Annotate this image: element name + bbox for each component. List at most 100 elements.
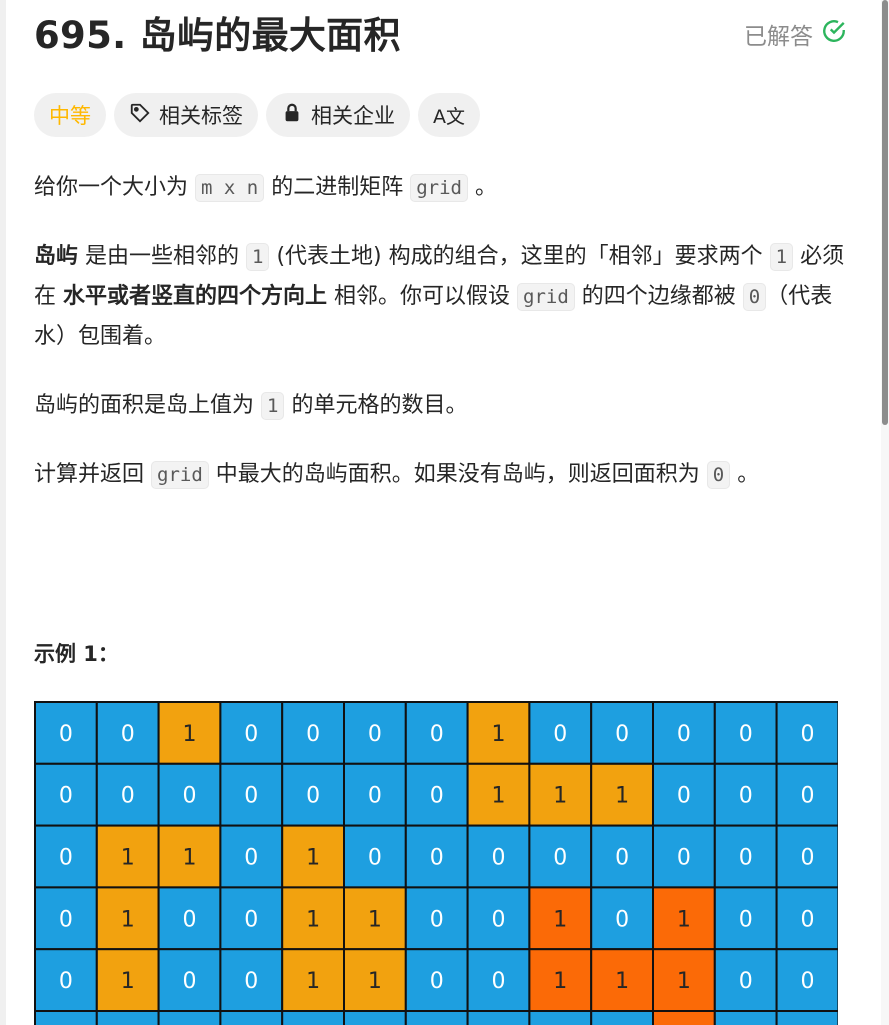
cell-value: 0 [801, 969, 815, 994]
cell-value: 1 [121, 969, 135, 994]
cell-value: 0 [430, 722, 444, 747]
cell-value: 0 [615, 846, 629, 871]
cell-value: 0 [306, 784, 320, 809]
cell-value: 0 [368, 846, 382, 871]
inline-code: 1 [261, 392, 285, 420]
scrollbar[interactable] [881, 0, 889, 1025]
inline-code: grid [410, 174, 468, 202]
cell-value: 0 [430, 784, 444, 809]
cell-value: 0 [492, 969, 506, 994]
cell-value: 0 [801, 907, 815, 932]
cell-value: 1 [306, 969, 320, 994]
cell-value: 0 [368, 784, 382, 809]
cell-value: 0 [553, 846, 567, 871]
bold-text: 岛屿 [34, 244, 79, 269]
cell-value: 0 [183, 907, 197, 932]
check-circle-icon [821, 18, 847, 50]
cell-value: 0 [801, 722, 815, 747]
cell-value: 1 [306, 907, 320, 932]
cell-value: 0 [244, 969, 258, 994]
cell-value: 1 [615, 969, 629, 994]
inline-code: 1 [246, 243, 270, 271]
inline-code: grid [151, 461, 209, 489]
grid-cell-partial [713, 1010, 778, 1025]
left-edge [0, 0, 6, 1025]
text-segment: 给你一个大小为 [34, 175, 195, 200]
cell-value: 1 [615, 784, 629, 809]
description-paragraph-2: 岛屿 是由一些相邻的 1 (代表土地) 构成的组合，这里的「相邻」要求两个 1 … [34, 237, 854, 357]
cell-value: 0 [430, 907, 444, 932]
grid-cell-partial [404, 1010, 469, 1025]
problem-title: 695. 岛屿的最大面积 [34, 14, 401, 57]
cell-value: 1 [553, 784, 567, 809]
cell-value: 1 [677, 969, 691, 994]
inline-code: 0 [706, 461, 731, 489]
cell-value: 0 [306, 722, 320, 747]
grid-cell-partial [466, 1010, 531, 1025]
cell-value: 1 [492, 784, 506, 809]
cell-value: 0 [121, 784, 135, 809]
inline-code: m x n [195, 174, 265, 202]
cell-value: 0 [553, 722, 567, 747]
cell-value: 0 [59, 907, 73, 932]
text-segment: 相邻。你可以假设 [327, 284, 518, 309]
translate-button[interactable]: A文 [418, 93, 480, 137]
tag-bar: 中等 相关标签 相关企业 A文 [34, 93, 480, 137]
cell-value: 0 [739, 846, 753, 871]
cell-value: 0 [801, 784, 815, 809]
text-segment: 的二进制矩阵 [264, 175, 411, 200]
inline-code: 1 [769, 243, 794, 271]
grid-cell-partial [34, 1010, 98, 1025]
cell-value: 0 [430, 846, 444, 871]
text-segment: 。 [467, 175, 497, 200]
cell-value: 0 [244, 846, 258, 871]
text-segment: 计算并返回 [34, 462, 151, 487]
cell-value: 1 [306, 846, 320, 871]
grid-cell-partial [219, 1010, 284, 1025]
cell-value: 1 [553, 969, 567, 994]
description-paragraph-3: 岛屿的面积是岛上值为 1 的单元格的数目。 [34, 386, 854, 426]
cell-value: 0 [244, 907, 258, 932]
lock-icon [281, 102, 303, 129]
text-segment: 的单元格的数目。 [284, 393, 468, 418]
cell-value: 0 [244, 784, 258, 809]
island-grid: 0 0 1 0 0 0 0 1 0 0 0 0 0 0 0 0 0 0 0 0 1 1 1 0 0 0 0 1 1 0 1 0 0 0 0 0 0 0 0 0… [34, 701, 838, 1025]
related-companies-button[interactable]: 相关企业 [266, 93, 410, 137]
cell-value: 1 [121, 846, 135, 871]
grid-cell-partial [652, 1010, 716, 1025]
text-segment: 的四个边缘都被 [574, 284, 743, 309]
grid-cell-partial [281, 1010, 345, 1025]
text-segment: 岛屿的面积是岛上值为 [34, 393, 261, 418]
cell-value: 0 [121, 722, 135, 747]
related-tags-button[interactable]: 相关标签 [114, 93, 258, 137]
cell-value: 0 [430, 969, 444, 994]
cell-value: 1 [368, 969, 382, 994]
cell-value: 0 [677, 722, 691, 747]
bold-text: 水平或者竖直的四个方向上 [63, 284, 328, 309]
cell-value: 1 [368, 907, 382, 932]
example-grid-image: 0 0 1 0 0 0 0 1 0 0 0 0 0 0 0 0 0 0 0 0 1 1 1 0 0 0 0 1 1 0 1 0 0 0 0 0 0 0 0 0… [34, 701, 838, 1025]
cell-value: 1 [183, 722, 197, 747]
cell-value: 1 [553, 907, 567, 932]
grid-cell-partial [528, 1010, 593, 1025]
related-companies-label: 相关企业 [311, 104, 395, 128]
translate-icon: A文 [433, 105, 465, 128]
text-segment: 是由一些相邻的 [78, 244, 247, 269]
cell-value: 0 [492, 907, 506, 932]
text-segment: 。 [730, 462, 760, 487]
cell-value: 0 [244, 722, 258, 747]
cell-value: 0 [739, 907, 753, 932]
difficulty-badge: 中等 [34, 93, 106, 137]
cell-value: 0 [183, 969, 197, 994]
scrollbar-thumb[interactable] [882, 0, 888, 425]
cell-value: 1 [121, 907, 135, 932]
tag-icon [129, 102, 151, 129]
cell-value: 1 [677, 907, 691, 932]
cell-value: 0 [615, 907, 629, 932]
grid-cell-partial [343, 1010, 407, 1025]
solved-status: 已解答 [744, 17, 847, 51]
cell-value: 0 [739, 784, 753, 809]
cell-value: 0 [677, 846, 691, 871]
inline-code: 0 [742, 283, 767, 311]
cell-value: 0 [739, 722, 753, 747]
